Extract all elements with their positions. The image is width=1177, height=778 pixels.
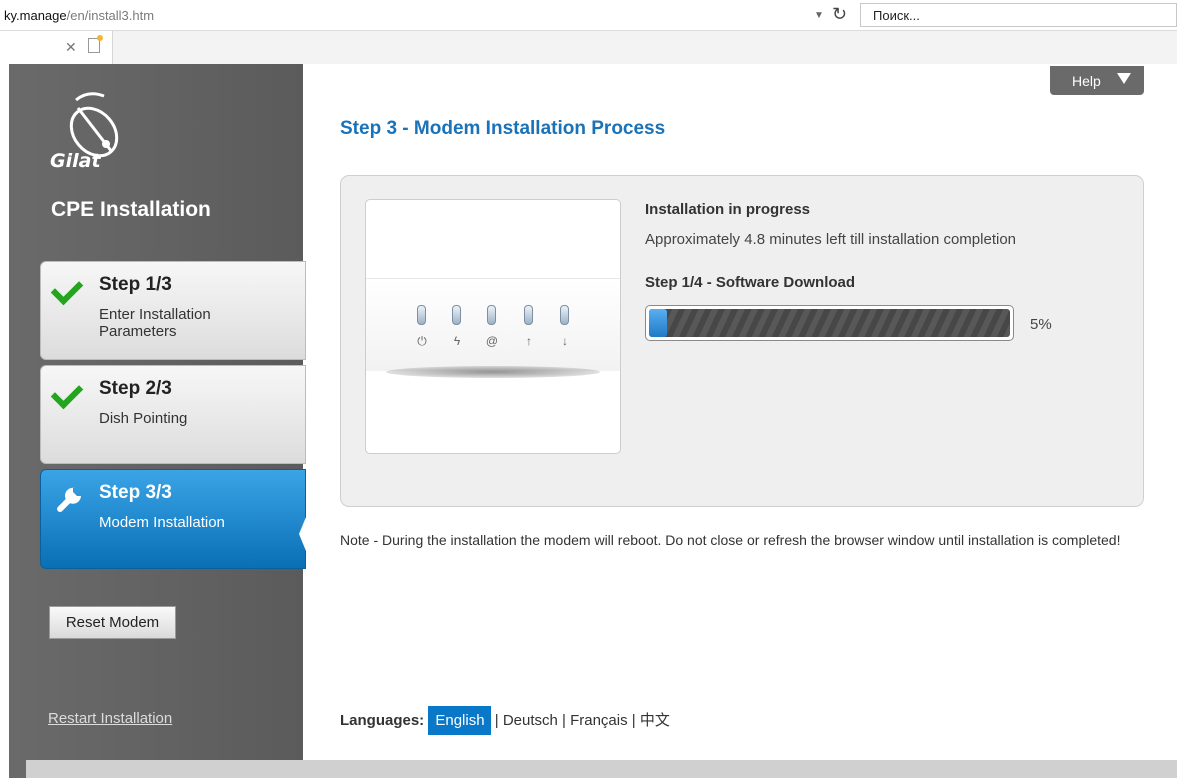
tab-bar: ✕	[0, 31, 1177, 64]
reset-modem-button[interactable]: Reset Modem	[49, 606, 176, 639]
led-signal	[452, 305, 461, 325]
url-dropdown-icon[interactable]: ▼	[814, 10, 824, 21]
led-download	[560, 305, 569, 325]
address-bar[interactable]: ky.manage/en/install3.htm ▼ ↻ Поиск...	[0, 0, 1177, 31]
status-eta: Approximately 4.8 minutes left till inst…	[645, 231, 1017, 248]
network-icon: @	[485, 334, 499, 348]
step-description: Dish Pointing	[99, 410, 188, 427]
sidebar: Gilat CPE Installation Step 1/3 Enter In…	[9, 64, 313, 778]
lang-separator: |	[494, 712, 499, 729]
current-step-title: Step 1/4 - Software Download	[645, 274, 856, 291]
chevron-down-icon	[1117, 73, 1131, 84]
language-english[interactable]: English	[428, 706, 491, 735]
progress-fill	[649, 309, 668, 337]
progress-bar	[645, 305, 1014, 341]
url-host: ky.manage	[4, 8, 67, 23]
status-title: Installation in progress	[645, 201, 811, 218]
sidebar-title: CPE Installation	[51, 198, 211, 221]
modem-shadow	[386, 366, 600, 378]
step-title: Step 3/3	[99, 482, 172, 503]
language-chinese[interactable]: 中文	[640, 712, 670, 729]
languages-label: Languages:	[340, 712, 425, 729]
step-title: Step 2/3	[99, 378, 172, 399]
restart-installation-link[interactable]: Restart Installation	[48, 710, 172, 727]
left-edge	[0, 64, 9, 778]
page-title: Step 3 - Modem Installation Process	[340, 118, 666, 139]
url-text[interactable]: ky.manage/en/install3.htm	[4, 8, 154, 23]
checkmark-icon	[50, 376, 84, 410]
help-label: Help	[1072, 73, 1101, 89]
step-description: Modem Installation	[99, 514, 225, 531]
step-3[interactable]: Step 3/3 Modem Installation	[40, 469, 313, 569]
search-placeholder: Поиск...	[873, 8, 920, 23]
active-step-pointer	[299, 500, 313, 568]
help-button[interactable]: Help	[1050, 66, 1144, 95]
url-path: /en/install3.htm	[66, 8, 155, 23]
language-francais[interactable]: Français	[570, 712, 628, 729]
step-description: Enter Installation Parameters	[99, 306, 211, 340]
lang-separator: |	[562, 712, 566, 729]
progress-percent: 5%	[1030, 316, 1052, 333]
wrench-icon	[57, 487, 81, 512]
power-icon: ⏻	[417, 334, 427, 348]
close-tab-icon[interactable]: ✕	[65, 39, 77, 56]
checkmark-icon	[50, 272, 84, 306]
step-2[interactable]: Step 2/3 Dish Pointing	[40, 365, 306, 464]
browser-tab[interactable]: ✕	[0, 31, 113, 64]
signal-icon: ϟ	[453, 334, 461, 348]
progress-track	[649, 309, 1010, 337]
step-1[interactable]: Step 1/3 Enter Installation Parameters	[40, 261, 306, 360]
led-power	[417, 305, 426, 325]
language-selector: Languages: English | Deutsch | Français …	[340, 706, 670, 735]
new-tab-icon[interactable]	[88, 35, 103, 53]
download-icon: ↓	[562, 334, 568, 348]
footer-strip	[26, 760, 1177, 778]
browser-search-box[interactable]: Поиск...	[860, 3, 1177, 27]
step-title: Step 1/3	[99, 274, 172, 295]
upload-icon: ↑	[526, 334, 532, 348]
modem-image: ⏻ ϟ @ ↑ ↓	[365, 199, 621, 454]
lang-separator: |	[631, 712, 636, 729]
reload-icon[interactable]: ↻	[832, 4, 847, 25]
reboot-note: Note - During the installation the modem…	[340, 532, 1121, 548]
logo-text: Gilat	[50, 150, 101, 172]
led-network	[487, 305, 496, 325]
led-upload	[524, 305, 533, 325]
language-deutsch[interactable]: Deutsch	[503, 712, 558, 729]
